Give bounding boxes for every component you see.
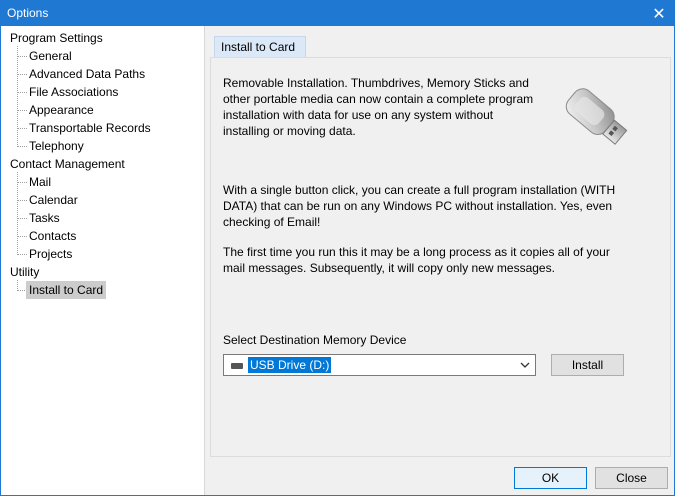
destination-label: Select Destination Memory Device — [223, 333, 407, 347]
tree-item-tasks[interactable]: Tasks — [29, 209, 60, 227]
close-icon[interactable]: ✕ — [644, 1, 674, 26]
tree-connector — [18, 146, 27, 147]
tree-connector — [18, 74, 27, 75]
note-paragraph: The first time you run this it may be a … — [223, 244, 610, 276]
tree-item-appearance[interactable]: Appearance — [29, 101, 94, 119]
text-line: With a single button click, you can crea… — [223, 183, 616, 197]
tree-connector — [18, 218, 27, 219]
install-to-card-panel: Removable Installation. Thumbdrives, Mem… — [210, 57, 671, 457]
tree-connector — [17, 46, 18, 147]
text-line: The first time you run this it may be a … — [223, 245, 610, 259]
options-window: Options ✕ Program Settings General Advan… — [0, 0, 675, 496]
tree-item-calendar[interactable]: Calendar — [29, 191, 78, 209]
tree-group-contact-management[interactable]: Contact Management — [10, 155, 125, 173]
tree-connector — [18, 290, 25, 291]
tree-item-projects[interactable]: Projects — [29, 245, 72, 263]
tree-connector — [18, 254, 27, 255]
text-line: checking of Email! — [223, 215, 321, 229]
tree-item-contacts[interactable]: Contacts — [29, 227, 76, 245]
feature-paragraph: With a single button click, you can crea… — [223, 182, 615, 230]
install-button[interactable]: Install — [551, 354, 624, 376]
options-tree: Program Settings General Advanced Data P… — [1, 26, 205, 495]
title-bar: Options ✕ — [1, 1, 674, 26]
close-button[interactable]: Close — [595, 467, 668, 489]
text-line: installing or moving data. — [223, 124, 356, 138]
chevron-down-icon[interactable] — [519, 359, 531, 371]
ok-button[interactable]: OK — [514, 467, 587, 489]
tree-item-telephony[interactable]: Telephony — [29, 137, 84, 155]
tree-group-program-settings[interactable]: Program Settings — [10, 29, 103, 47]
drive-icon — [231, 363, 243, 369]
tree-item-install-to-card[interactable]: Install to Card — [26, 281, 107, 299]
text-line: other portable media can now contain a c… — [223, 92, 534, 106]
tree-connector — [18, 92, 27, 93]
tree-connector — [18, 110, 27, 111]
tree-item-general[interactable]: General — [29, 47, 72, 65]
destination-device-select[interactable]: USB Drive (D:) — [223, 354, 536, 376]
tree-connector — [18, 236, 27, 237]
tree-connector — [18, 128, 27, 129]
tree-item-transportable-records[interactable]: Transportable Records — [29, 119, 151, 137]
window-title: Options — [7, 6, 49, 20]
tree-item-file-associations[interactable]: File Associations — [29, 83, 118, 101]
text-line: mail messages. Subsequently, it will cop… — [223, 261, 555, 275]
tree-connector — [18, 182, 27, 183]
text-line: installation with data for use on any sy… — [223, 108, 494, 122]
tree-group-utility[interactable]: Utility — [10, 263, 39, 281]
tree-connector — [18, 200, 27, 201]
selected-device: USB Drive (D:) — [248, 357, 332, 373]
text-line: Removable Installation. Thumbdrives, Mem… — [223, 76, 529, 90]
tab-install-to-card[interactable]: Install to Card — [214, 36, 306, 58]
tree-item-advanced-data-paths[interactable]: Advanced Data Paths — [29, 65, 145, 83]
usb-drive-icon — [565, 88, 628, 145]
tree-connector — [18, 56, 27, 57]
tree-item-mail[interactable]: Mail — [29, 173, 51, 191]
text-line: DATA) that can be run on any Windows PC … — [223, 199, 613, 213]
intro-paragraph: Removable Installation. Thumbdrives, Mem… — [223, 75, 533, 139]
tree-connector — [17, 172, 18, 255]
